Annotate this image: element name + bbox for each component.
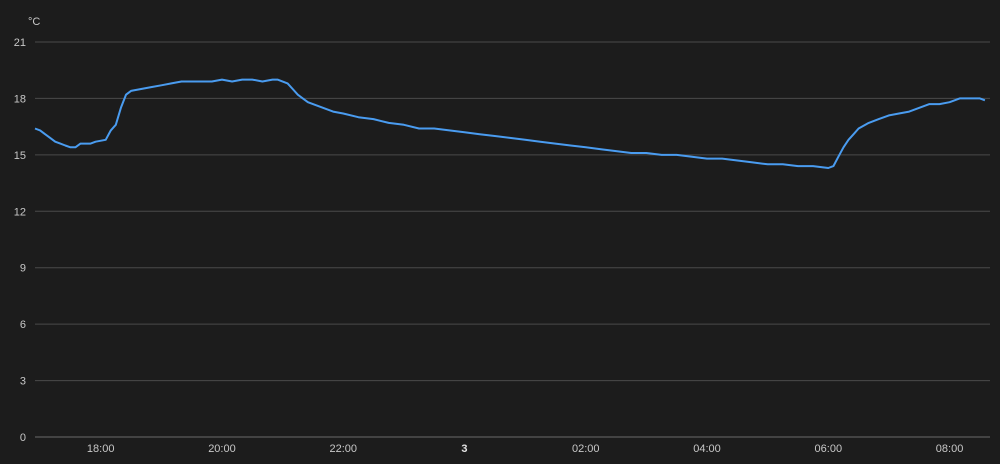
x-tick-label: 06:00 (815, 443, 843, 455)
y-axis-unit-label: °C (28, 16, 40, 28)
y-tick-label: 15 (14, 150, 26, 162)
x-tick-label: 02:00 (572, 443, 600, 455)
y-tick-label: 18 (14, 93, 26, 105)
x-axis-ticks: 18:00 20:00 22:00 3 02:00 04:00 06:00 08:00 (87, 443, 963, 455)
x-tick-label: 04:00 (693, 443, 721, 455)
y-tick-label: 6 (20, 319, 26, 331)
x-tick-label: 3 (461, 443, 467, 455)
x-tick-label: 22:00 (329, 443, 357, 455)
y-axis-ticks: 0 3 6 9 12 15 18 21 (14, 37, 26, 444)
grid-lines (35, 41, 990, 382)
x-tick-label: 08:00 (936, 443, 964, 455)
y-tick-label: 3 (20, 376, 26, 388)
y-tick-label: 0 (20, 432, 26, 444)
x-tick-label: 18:00 (87, 443, 115, 455)
y-tick-label: 21 (14, 37, 26, 49)
y-tick-label: 12 (14, 206, 26, 218)
temperature-chart: °C 0 3 6 9 12 15 18 21 18:00 20:00 22:00 3 02:00 04:… (0, 0, 1000, 464)
y-tick-label: 9 (20, 263, 26, 275)
x-tick-label: 20:00 (208, 443, 236, 455)
